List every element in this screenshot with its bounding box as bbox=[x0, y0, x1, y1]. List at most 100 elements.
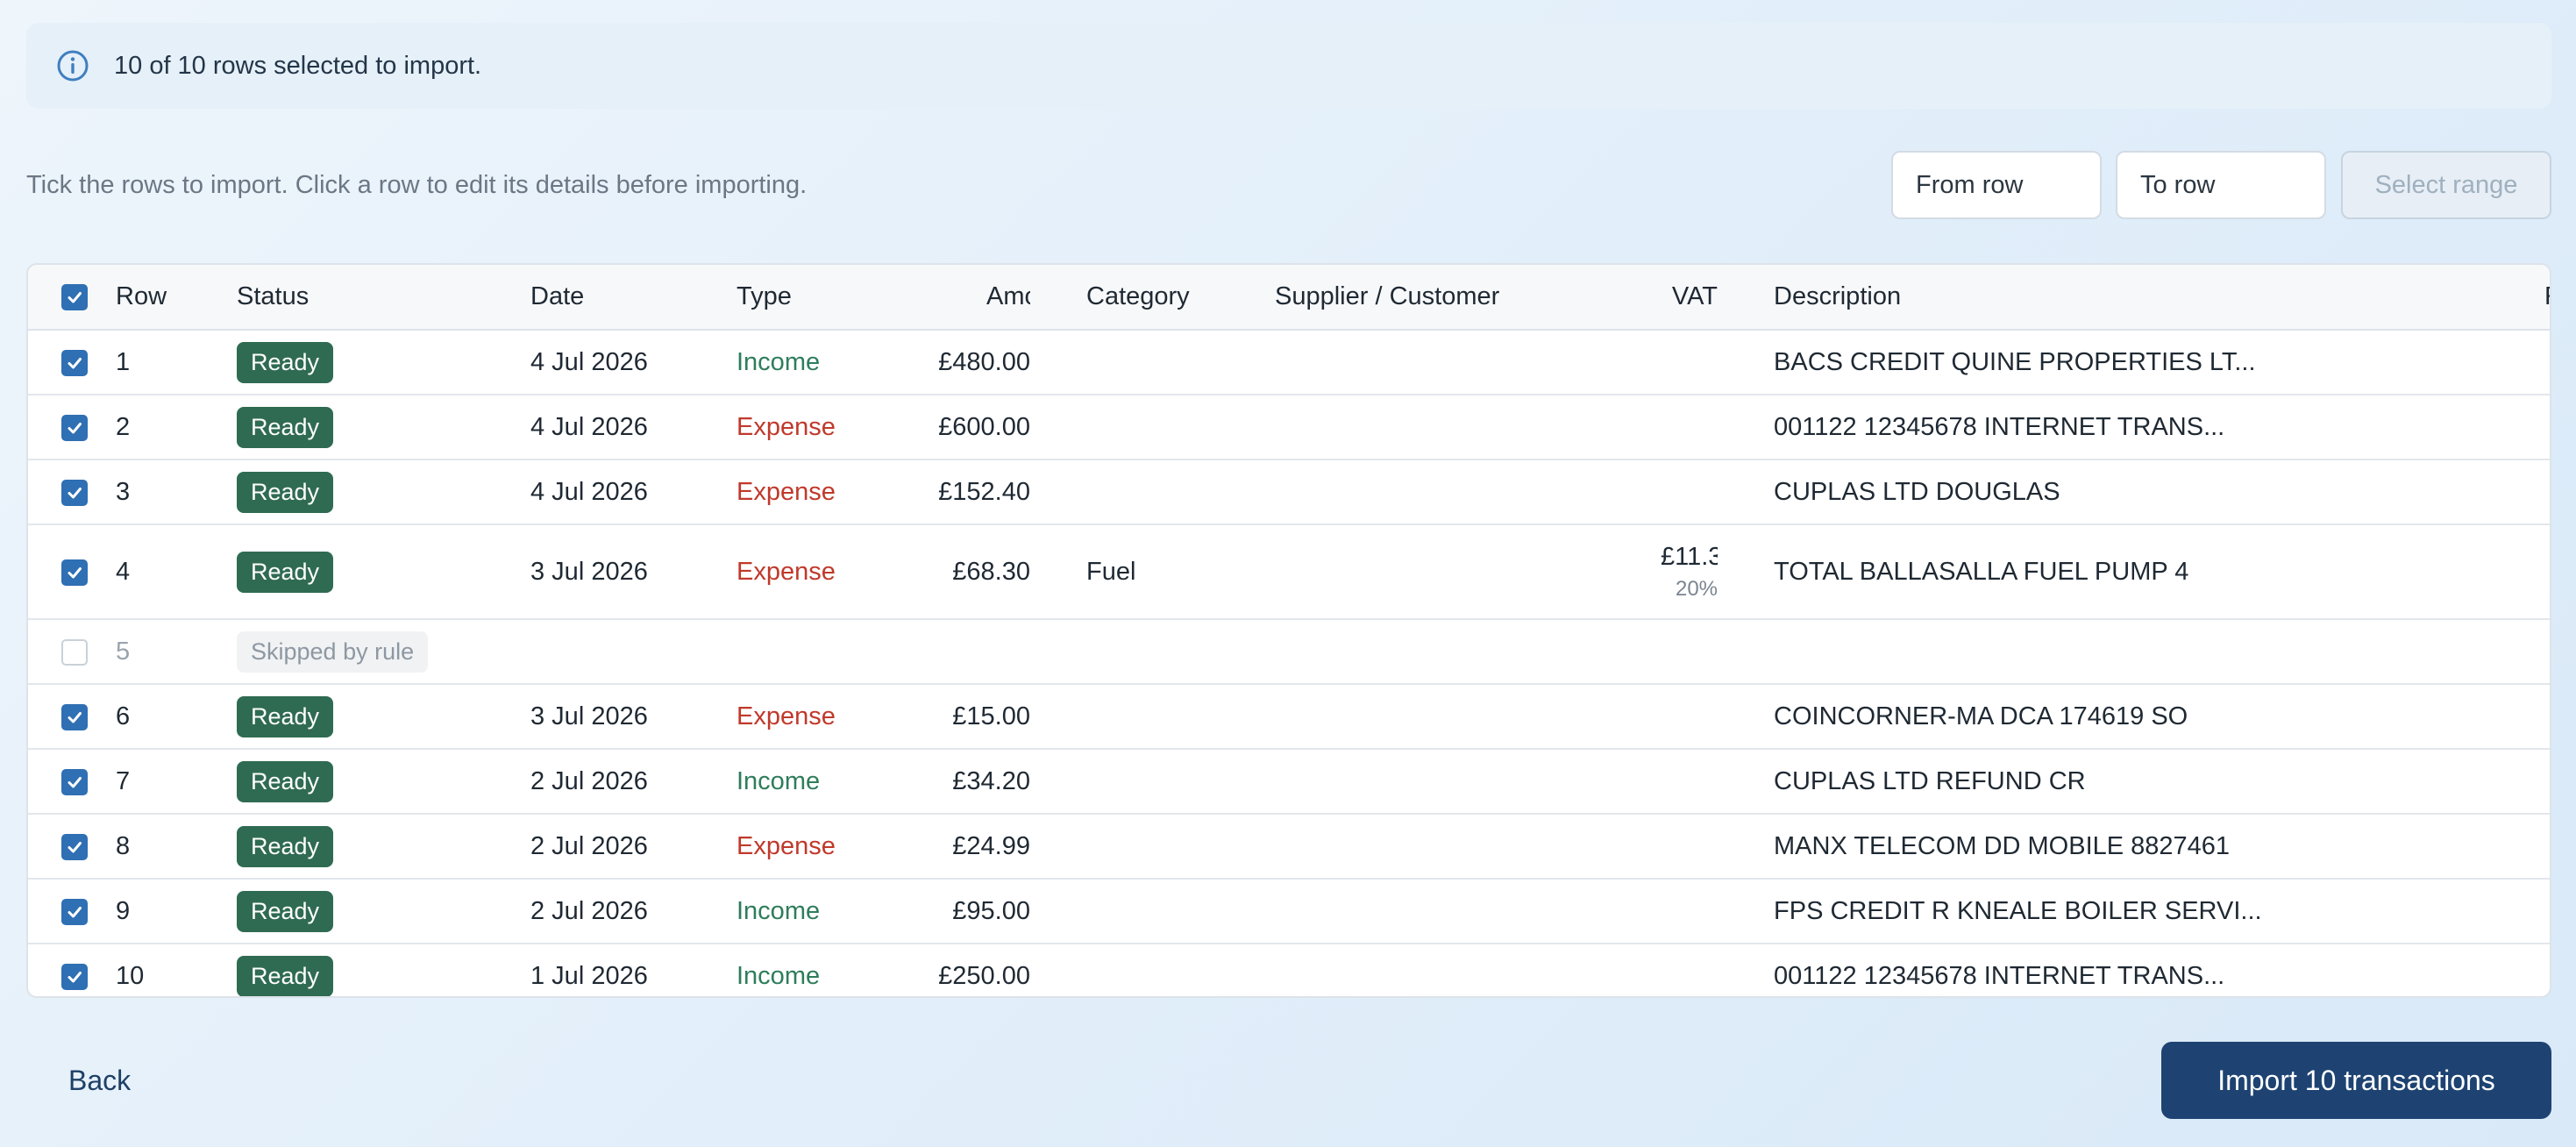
status-cell: Ready bbox=[237, 330, 530, 395]
from-row-input[interactable] bbox=[1891, 151, 2102, 219]
row-number: 7 bbox=[116, 766, 131, 795]
description-cell: 001122 12345678 INTERNET TRANS... bbox=[1774, 412, 2225, 441]
vat-amount: £11.38 bbox=[1661, 542, 1718, 571]
category-cell bbox=[1030, 395, 1275, 460]
category-cell bbox=[1030, 749, 1275, 814]
status-badge: Ready bbox=[237, 551, 334, 593]
vat-cell bbox=[1661, 460, 1718, 524]
description-cell bbox=[1718, 619, 2544, 684]
row-select-cell bbox=[28, 814, 116, 879]
column-header-type[interactable]: Type bbox=[737, 282, 943, 311]
select-all-checkbox[interactable] bbox=[61, 284, 88, 311]
supplier-customer-cell bbox=[1275, 749, 1661, 814]
row-select-cell bbox=[28, 749, 116, 814]
supplier-customer-cell bbox=[1275, 619, 1661, 684]
type-cell: Income bbox=[737, 896, 821, 925]
description-cell: TOTAL BALLASALLA FUEL PUMP 4 bbox=[1774, 557, 2189, 586]
column-header-description[interactable]: Description bbox=[1718, 265, 2545, 331]
column-header-vat[interactable]: VAT bbox=[1661, 265, 1719, 331]
table-row[interactable]: 5 Skipped by rule bbox=[28, 619, 2550, 684]
vat-cell bbox=[1661, 619, 1718, 684]
vat-rate: 20% bbox=[1675, 576, 1719, 601]
reference-cell bbox=[2544, 749, 2550, 814]
to-row-input[interactable] bbox=[2116, 151, 2326, 219]
table-row[interactable]: 6 Ready 3 Jul 2026 Expense £15.00 COINCORNER-… bbox=[28, 684, 2550, 749]
reference-cell bbox=[2544, 330, 2550, 395]
row-checkbox[interactable] bbox=[61, 768, 88, 795]
category-cell bbox=[1030, 944, 1275, 996]
table-header-row: Row Status Date TypeAmount Category Supp… bbox=[28, 265, 2550, 331]
table-row[interactable]: 10 Ready 1 Jul 2026 Income £250.00 001122 123… bbox=[28, 944, 2550, 996]
date-cell: 1 Jul 2026 bbox=[530, 962, 648, 990]
column-header-date[interactable]: Date bbox=[530, 265, 737, 331]
reference-cell bbox=[2544, 879, 2550, 944]
table-row[interactable]: 8 Ready 2 Jul 2026 Expense £24.99 MANX TELECO… bbox=[28, 814, 2550, 879]
amount-cell: £152.40 bbox=[938, 477, 1030, 506]
status-cell: Ready bbox=[237, 684, 530, 749]
status-badge: Ready bbox=[237, 471, 334, 513]
column-header-reference[interactable]: Reference bbox=[2544, 265, 2550, 331]
import-table: Row Status Date TypeAmount Category Supp… bbox=[26, 263, 2551, 998]
row-checkbox[interactable] bbox=[61, 414, 88, 441]
status-cell: Ready bbox=[237, 879, 530, 944]
date-cell: 2 Jul 2026 bbox=[530, 896, 648, 925]
category-cell: Fuel bbox=[1086, 557, 1136, 586]
description-cell: MANX TELECOM DD MOBILE 8827461 bbox=[1774, 831, 2231, 860]
category-cell bbox=[1030, 879, 1275, 944]
date-cell: 4 Jul 2026 bbox=[530, 347, 648, 376]
date-cell: 3 Jul 2026 bbox=[530, 557, 648, 586]
row-checkbox[interactable] bbox=[61, 638, 88, 666]
row-checkbox[interactable] bbox=[61, 479, 88, 506]
row-number: 5 bbox=[116, 637, 131, 666]
date-cell: 2 Jul 2026 bbox=[530, 766, 648, 795]
column-header-amount[interactable]: Amount bbox=[943, 282, 1030, 311]
status-badge: Ready bbox=[237, 695, 334, 737]
description-cell: CUPLAS LTD REFUND CR bbox=[1774, 766, 2086, 795]
table-row[interactable]: 4 Ready 3 Jul 2026 Expense £68.30 Fuel £11.38 2… bbox=[28, 524, 2550, 619]
amount-cell: £480.00 bbox=[938, 347, 1030, 376]
date-cell: 2 Jul 2026 bbox=[530, 831, 648, 860]
reference-cell bbox=[2544, 619, 2550, 684]
status-cell: Skipped by rule bbox=[237, 619, 530, 684]
reference-cell bbox=[2544, 460, 2550, 524]
column-header-supplier-customer[interactable]: Supplier / Customer bbox=[1275, 265, 1662, 331]
row-checkbox[interactable] bbox=[61, 559, 88, 586]
status-cell: Ready bbox=[237, 460, 530, 524]
table-row[interactable]: 9 Ready 2 Jul 2026 Income £95.00 FPS CREDIT R… bbox=[28, 879, 2550, 944]
row-checkbox[interactable] bbox=[61, 703, 88, 730]
column-header-status[interactable]: Status bbox=[237, 265, 530, 331]
amount-cell: £15.00 bbox=[952, 702, 1030, 730]
date-cell bbox=[530, 619, 737, 684]
description-cell: CUPLAS LTD DOUGLAS bbox=[1774, 477, 2060, 506]
table-row[interactable]: 3 Ready 4 Jul 2026 Expense £152.40 CUPLAS LTD… bbox=[28, 460, 2550, 524]
row-checkbox[interactable] bbox=[61, 833, 88, 860]
import-transactions-button[interactable]: Import 10 transactions bbox=[2161, 1042, 2551, 1119]
back-button[interactable]: Back bbox=[44, 1052, 155, 1108]
date-cell: 4 Jul 2026 bbox=[530, 477, 648, 506]
vat-cell bbox=[1661, 684, 1718, 749]
row-select-cell bbox=[28, 684, 116, 749]
type-cell: Income bbox=[737, 766, 821, 795]
status-cell: Ready bbox=[237, 524, 530, 619]
supplier-customer-cell bbox=[1275, 395, 1661, 460]
row-number: 9 bbox=[116, 896, 131, 925]
row-checkbox[interactable] bbox=[61, 349, 88, 376]
reference-cell bbox=[2544, 684, 2550, 749]
amount-cell: £24.99 bbox=[952, 831, 1030, 860]
table-row[interactable]: 7 Ready 2 Jul 2026 Income £34.20 CUPLAS LTD R… bbox=[28, 749, 2550, 814]
row-checkbox[interactable] bbox=[61, 964, 88, 991]
column-header-category[interactable]: Category bbox=[1030, 265, 1276, 331]
row-checkbox[interactable] bbox=[61, 898, 88, 925]
row-number: 8 bbox=[116, 831, 131, 860]
table-row[interactable]: 2 Ready 4 Jul 2026 Expense £600.00 001122 123… bbox=[28, 395, 2550, 460]
amount-cell: £68.30 bbox=[952, 557, 1030, 586]
column-header-row[interactable]: Row bbox=[116, 265, 237, 331]
row-select-cell bbox=[28, 944, 116, 996]
amount-cell: £34.20 bbox=[952, 766, 1030, 795]
vat-cell bbox=[1661, 879, 1718, 944]
amount-cell bbox=[868, 619, 1030, 684]
table-row[interactable]: 1 Ready 4 Jul 2026 Income £480.00 BACS CREDIT… bbox=[28, 330, 2550, 395]
description-cell: COINCORNER-MA DCA 174619 SO bbox=[1774, 702, 2188, 730]
select-range-button[interactable]: Select range bbox=[2341, 151, 2551, 219]
select-all-cell bbox=[28, 265, 116, 331]
